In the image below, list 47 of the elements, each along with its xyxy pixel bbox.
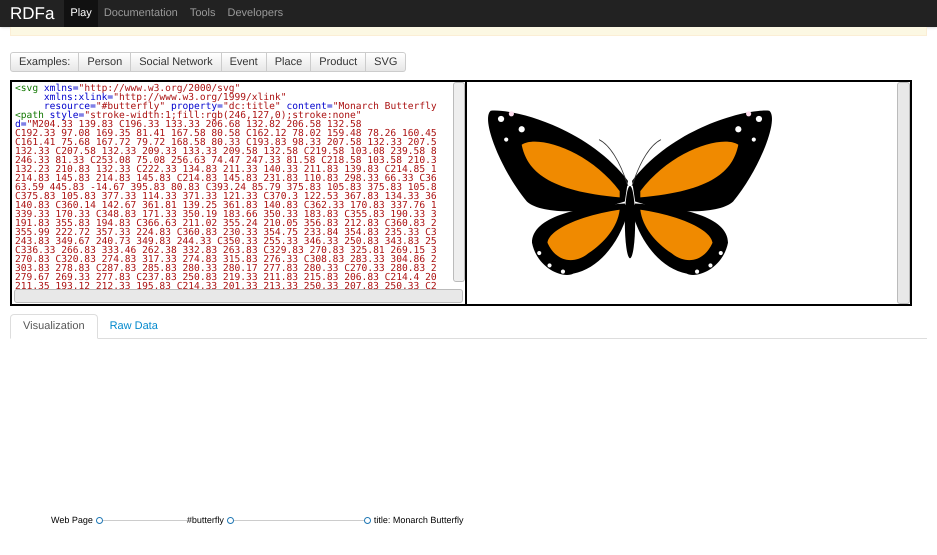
vertical-scrollbar[interactable] [453,82,465,282]
code-line: C336.33 266.83 333.46 262.38 332.83 263.83 C329.83 270.83 325.81 269.15 3 [15,246,437,255]
code-line: resource="#butterfly" property="dc:title" content="Monarch Butterfly [43,102,437,111]
node-label: #butterfly [186,514,224,527]
result-tab[interactable]: Raw Data [98,314,170,339]
graph-node[interactable] [96,516,103,524]
node-label: title: Monarch Butterfly [374,514,464,527]
nav-link[interactable]: Tools [184,0,222,27]
code-line: 132.23 210.83 132.33 C222.33 134.83 211.33 140.33 211.83 139.83 C214.85 1 [15,165,437,174]
code-line: 214.83 145.83 214.83 145.83 C214.83 145.83 231.83 110.83 298.33 66.33 C36 [15,174,437,183]
code-line: 246.33 81.33 C253.08 75.08 256.63 74.47 247.33 81.58 C218.58 103.58 210.3 [15,156,437,165]
code-line: C161.41 75.68 167.72 79.72 168.58 80.33 C193.83 98.33 207.58 132.33 207.5 [15,138,437,147]
code-line: C192.33 97.08 169.35 81.41 167.58 80.58 C162.12 78.02 159.48 78.26 160.45 [15,129,437,138]
graph-node[interactable] [364,516,371,524]
example-button[interactable]: Product [311,52,366,72]
code-editor[interactable] [12,82,467,304]
code-line: 355.99 222.72 357.33 224.83 C360.83 230.33 354.75 233.84 354.83 235.33 C3 [15,228,437,237]
example-button[interactable]: Person [79,52,132,72]
code-line: 63.59 445.83 -14.67 395.83 80.83 C393.24 85.79 375.83 105.83 375.83 105.8 [15,183,437,192]
node-label: Web Page [51,514,93,527]
code-line: d="M204.33 139.83 C196.33 133.33 206.68 132.82 206.58 132.58 [15,120,362,129]
vertical-scrollbar[interactable] [897,82,910,304]
nav-link[interactable]: Documentation [98,0,184,27]
example-button[interactable]: SVG [366,52,406,72]
code-line: 191.83 355.83 194.83 C366.63 211.02 355.24 210.05 356.83 212.83 C360.83 2 [15,219,437,228]
code-line: 303.83 278.83 C287.83 285.83 280.33 280.17 277.83 280.33 C270.33 280.83 2 [15,264,437,273]
example-button[interactable]: Social Network [131,52,222,72]
result-tab[interactable]: Visualization [10,314,98,339]
code-line: 132.33 C207.58 132.33 209.33 133.33 209.58 132.58 C219.58 103.08 239.58 8 [15,147,437,156]
graph-node[interactable] [226,516,234,524]
examples-label: Examples: [10,52,80,72]
example-button[interactable]: Event [222,52,267,72]
code-line: 140.83 C360.14 142.67 361.81 139.25 361.83 140.83 C362.33 170.83 337.76 1 [15,201,437,210]
horizontal-scrollbar[interactable] [14,289,463,303]
code-line: 339.33 170.33 C348.83 171.33 350.19 183.66 350.33 183.83 C355.83 190.33 3 [15,210,437,219]
example-button[interactable]: Place [266,52,312,72]
code-line: 243.83 349.67 240.73 349.83 244.33 C350.33 255.33 346.33 250.83 343.83 25 [15,237,437,246]
code-line: 279.67 269.33 277.83 C237.83 250.83 219.33 211.83 215.83 206.83 C214.4 20 [15,273,437,282]
nav-link[interactable]: Play [64,0,98,27]
nav-link[interactable]: Developers [222,0,290,27]
code-line: xmlns:xlink="http://www.w3.org/1999/xlink" [42,93,286,102]
code-line: <path style="stroke-width:1;fill:rgb(246,127,0);stroke:none" [15,111,362,120]
brand-logo[interactable]: RDFa [0,0,64,27]
code-line: 211.35 193.12 212.33 195.83 C214.33 201.33 213.33 250.33 207.83 250.33 C2 [15,282,437,289]
code-line: 270.83 C320.83 274.83 317.33 274.83 315.83 276.33 C308.83 283.33 304.86 2 [15,255,437,264]
code-line: C375.83 105.83 377.33 114.33 371.33 121.33 C370.3 122.53 367.83 134.33 36 [15,192,437,201]
code-line: <svg xmlns="http://www.w3.org/2000/svg" [15,84,240,93]
